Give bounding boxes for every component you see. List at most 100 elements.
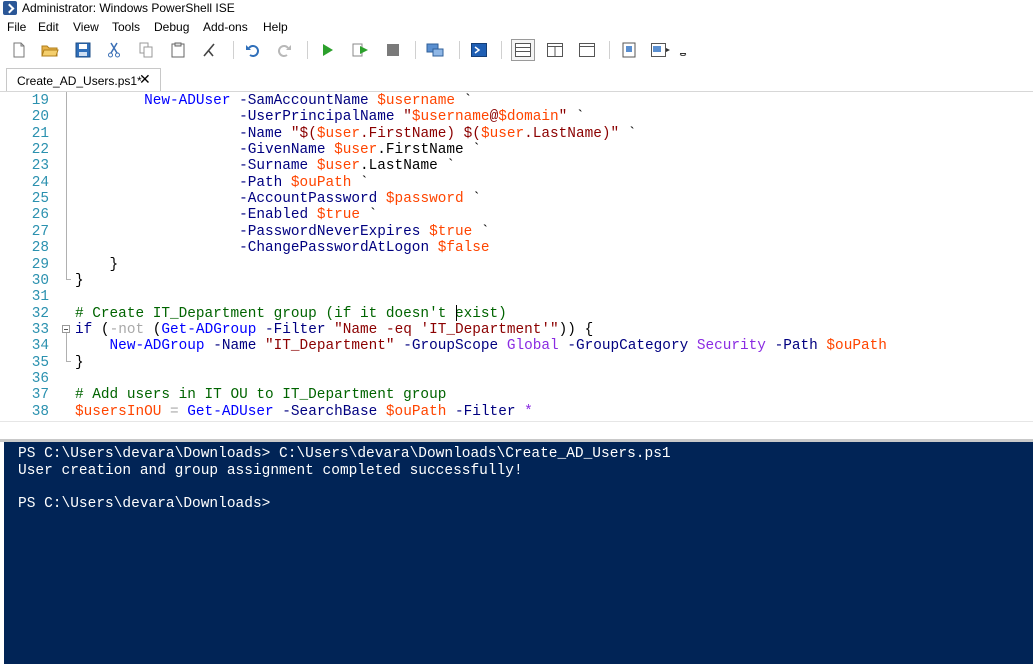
code-token: $ouPath [385,403,447,420]
code-token: Security [696,338,766,355]
code-token: = [170,403,179,420]
toolbar [0,37,1033,63]
code-token: "IT_Department" [265,338,395,355]
open-icon[interactable] [40,40,60,60]
menu-help[interactable]: Help [263,20,288,35]
code-token: $user [480,125,525,142]
line-number: 37 [31,387,49,404]
code-token: ` [351,174,369,191]
line-number: 29 [31,256,49,273]
toolbar-separator [415,41,416,59]
line-number: 22 [31,142,49,159]
close-icon[interactable]: ✕ [139,72,151,87]
menu-file[interactable]: File [7,20,26,35]
code-line[interactable]: -AccountPassword $password ` [75,191,481,207]
code-line[interactable]: } [75,273,84,289]
layout-right-icon[interactable] [545,40,565,60]
code-line[interactable]: New-ADUser -SamAccountName $username ` [75,93,472,109]
stop-icon[interactable] [383,40,403,60]
code-line[interactable]: -UserPrincipalName "$username@$domain" ` [75,109,584,126]
menu-view[interactable]: View [73,20,99,35]
line-number: 31 [31,289,49,306]
command-addon-icon[interactable] [651,40,671,60]
collapse-icon[interactable] [62,325,70,333]
code-token: -Path [774,338,818,355]
code-line[interactable]: $usersInOU = Get-ADUser -SearchBase $ouP… [75,404,533,420]
line-number: 21 [31,125,49,142]
line-number: 36 [31,370,49,387]
remote-icon[interactable] [425,40,445,60]
line-number: 38 [31,403,49,420]
copy-icon[interactable] [136,40,156,60]
overflow-icon[interactable] [677,40,689,60]
menu-addons[interactable]: Add-ons [203,20,248,35]
code-token: "$( [290,125,317,142]
save-icon[interactable] [73,40,93,60]
line-number: 19 [31,93,49,109]
line-number: 28 [31,240,49,257]
code-line[interactable]: -Enabled $true ` [75,207,377,223]
paste-icon[interactable] [168,40,188,60]
menu-edit[interactable]: Edit [38,20,59,35]
code-token: $usersInOU [75,403,162,420]
layout-max-icon[interactable] [577,40,597,60]
run-selection-icon[interactable] [351,40,371,60]
code-line[interactable]: New-ADGroup -Name "IT_Department" -Group… [75,338,887,354]
code-line[interactable]: if (-not (Get-ADGroup -Filter "Name -eq … [75,322,593,338]
line-number: 25 [31,191,49,208]
code-line[interactable]: } [75,355,84,371]
fold-line [66,92,67,280]
line-number: 27 [31,223,49,240]
cut-icon[interactable] [104,40,124,60]
clear-icon[interactable] [199,40,219,60]
console-line: User creation and group assignment compl… [18,462,523,479]
run-icon[interactable] [317,40,337,60]
code-line[interactable]: -Path $ouPath ` [75,175,369,191]
code-token: $false [437,240,490,257]
code-line[interactable]: -Name "$($user.FirstName) $($user.LastNa… [75,126,636,142]
tab-label: Create_AD_Users.ps1* [17,74,142,88]
fold-line [66,333,67,361]
code-token: -Filter [265,321,326,338]
console-prompt[interactable]: PS C:\Users\devara\Downloads> [18,496,270,513]
code-token: * [524,403,533,420]
code-token: " [403,109,412,126]
code-line[interactable]: -PasswordNeverExpires $true ` [75,224,489,240]
menu-tools[interactable]: Tools [112,20,140,35]
code-token: $password [385,191,464,208]
code-line[interactable]: # Add users in IT OU to IT_Department gr… [75,387,446,403]
tab-create-ad-users[interactable]: Create_AD_Users.ps1* ✕ [6,68,161,91]
code-line[interactable]: # Create IT_Department group (if it does… [75,306,507,322]
toolbar-separator [501,41,502,59]
console-icon[interactable] [469,40,489,60]
code-token: -Enabled [239,207,309,224]
layout-top-icon[interactable] [511,39,535,61]
code-token: if [75,321,93,338]
redo-icon[interactable] [274,40,294,60]
code-line[interactable]: -Surname $user.LastName ` [75,158,455,174]
script-editor[interactable]: 19 20 21 22 23 24 25 26 27 28 29 30 31 32 33 34 35 36 37 38… [0,92,1033,421]
new-icon[interactable] [9,40,29,60]
undo-icon[interactable] [243,40,263,60]
code-line[interactable]: } [75,257,119,273]
code-line[interactable]: -ChangePasswordAtLogon $false [75,240,490,257]
code-line[interactable]: -GivenName $user.FirstName ` [75,142,481,158]
console-pane[interactable]: PS C:\Users\devara\Downloads> C:\Users\d… [4,442,1033,664]
code-token: " [558,109,568,126]
code-token: -Path [239,174,283,191]
script-pane-icon[interactable] [619,40,639,60]
code-token: -Surname [239,158,309,175]
code-token: -UserPrincipalName [239,109,395,126]
menu-debug[interactable]: Debug [154,20,189,35]
powershell-ise-icon [3,1,17,15]
